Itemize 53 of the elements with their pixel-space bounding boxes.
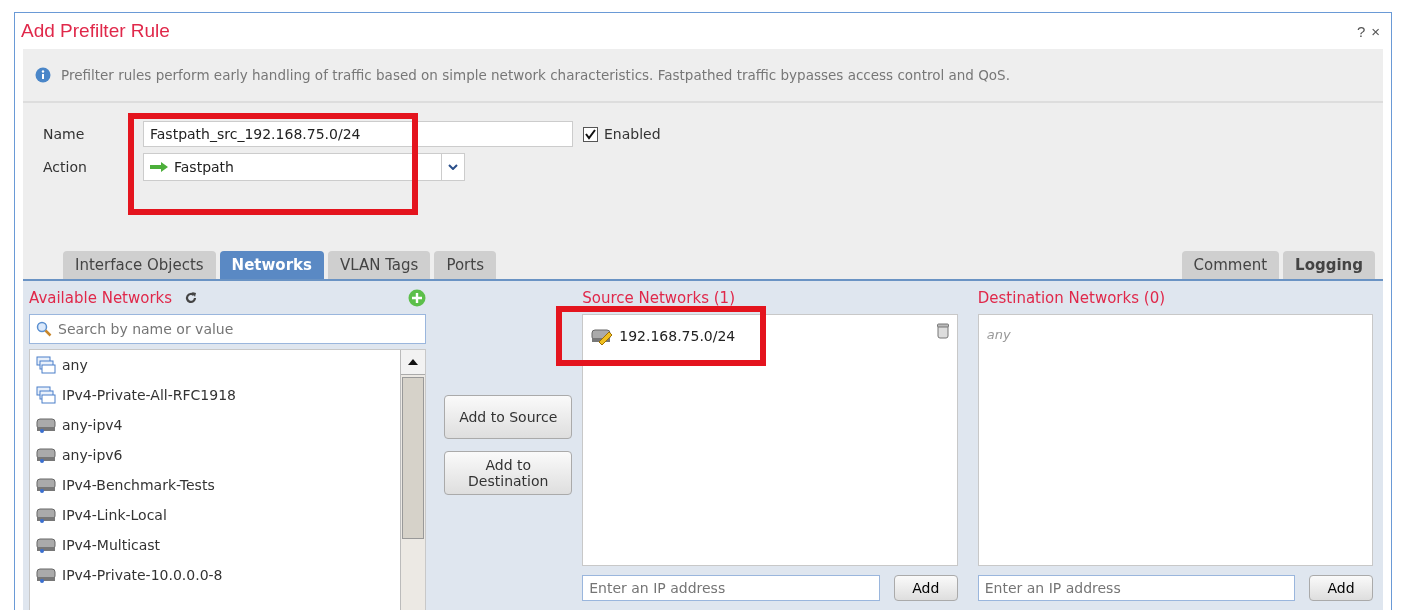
empty-placeholder: any [986, 327, 1011, 342]
network-item[interactable]: any-ipv4 [36, 414, 395, 436]
action-dropdown[interactable]: Fastpath [143, 153, 465, 181]
chevron-down-icon [448, 164, 458, 170]
tab[interactable]: Comment [1181, 251, 1280, 279]
scrollbar[interactable] [400, 350, 426, 610]
network-object-icon [36, 506, 56, 524]
name-input[interactable]: Fastpath_src_192.168.75.0/24 [143, 121, 573, 147]
tab[interactable]: Networks [219, 251, 324, 279]
panel-title: Destination Networks (0) [977, 289, 1166, 307]
network-item[interactable]: 192.168.75.0/24 [591, 327, 736, 345]
network-object-icon [36, 566, 56, 584]
help-button[interactable]: ? [1353, 22, 1369, 40]
network-item[interactable]: IPv4-Private-All-RFC1918 [36, 384, 395, 406]
action-label: Action [43, 159, 88, 175]
network-item[interactable]: IPv4-Link-Local [36, 504, 395, 526]
network-item[interactable]: IPv4-Private-10.0.0.0-8 [36, 564, 395, 586]
refresh-icon[interactable] [184, 291, 199, 305]
network-object-icon [36, 536, 56, 554]
dialog-title: Add Prefilter Rule [21, 20, 170, 42]
tab[interactable]: Logging [1283, 251, 1375, 279]
network-item[interactable]: IPv4-Benchmark-Tests [36, 474, 395, 496]
network-group-icon [36, 356, 56, 374]
enabled-checkbox[interactable]: Enabled [583, 126, 777, 142]
panel-title: Available Networks [29, 289, 173, 307]
arrow-right-icon [150, 162, 168, 172]
network-item[interactable]: IPv4-Multicast [36, 534, 395, 556]
search-field[interactable]: Search by name or value [29, 314, 427, 344]
name-label: Name [43, 126, 86, 142]
info-icon [35, 67, 51, 83]
close-button[interactable]: × [1368, 22, 1383, 40]
checkbox-icon[interactable] [583, 126, 598, 142]
trash-icon[interactable] [936, 323, 949, 339]
search-icon [36, 321, 52, 337]
scroll-up-icon[interactable] [408, 359, 419, 365]
add-button[interactable]: Add to Source [444, 395, 573, 439]
network-group-icon [36, 386, 56, 404]
add-button[interactable]: Add [1309, 575, 1373, 601]
ip-address-input[interactable]: Enter an IP address [977, 575, 1295, 601]
add-button[interactable]: Add to Destination [444, 451, 573, 495]
network-object-icon [36, 446, 56, 464]
tab[interactable]: Ports [434, 251, 496, 279]
network-item[interactable]: any [36, 354, 395, 376]
network-object-icon [36, 416, 56, 434]
info-text: Prefilter rules perform early handling of traffic based on simple network characteristics. Fastpathed traffic bypasses access control and QoS. [61, 67, 1010, 83]
tab[interactable]: Interface Objects [63, 251, 216, 279]
ip-address-input[interactable]: Enter an IP address [582, 575, 880, 601]
add-button[interactable]: Add [893, 575, 958, 601]
tab[interactable]: VLAN Tags [327, 251, 431, 279]
network-object-icon [36, 476, 56, 494]
network-object-icon [591, 327, 614, 345]
network-item[interactable]: any-ipv6 [36, 444, 395, 466]
panel-title: Source Networks (1) [582, 289, 735, 307]
